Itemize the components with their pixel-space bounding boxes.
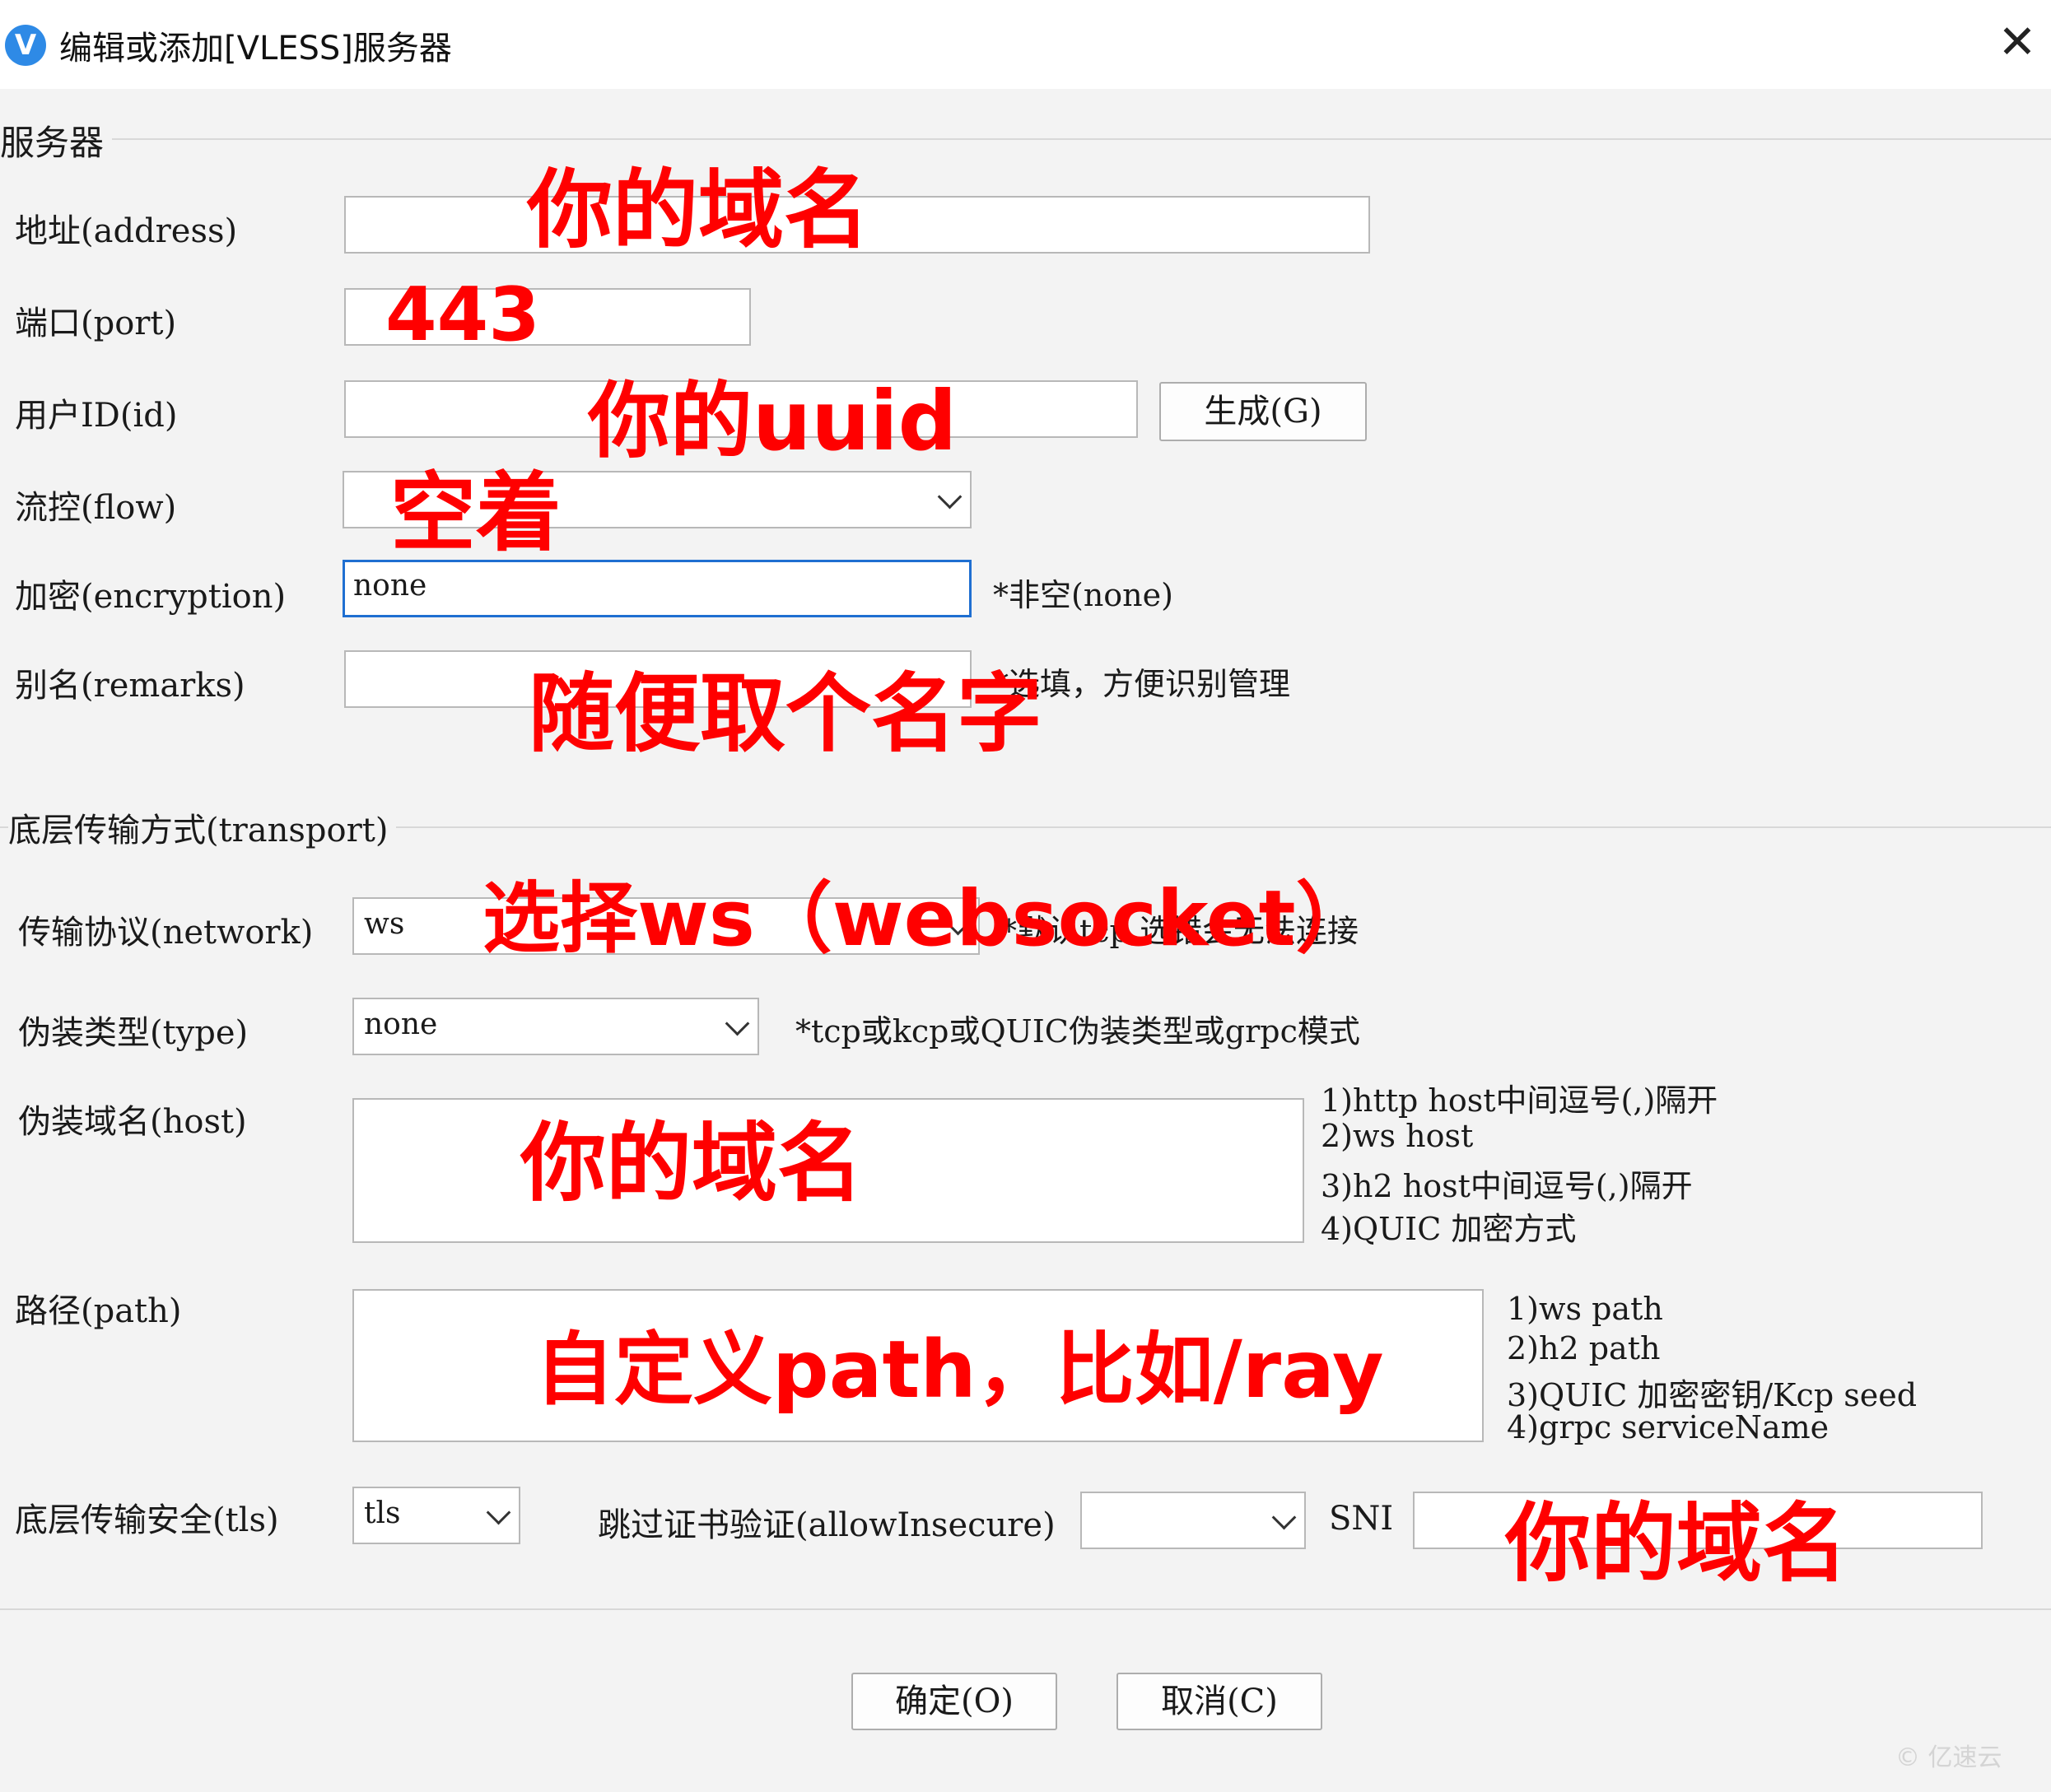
type-select[interactable]: none [352, 998, 759, 1055]
user-id-label: 用户ID(id) [15, 397, 178, 435]
path-hint-4: 4)grpc serviceName [1507, 1409, 1830, 1445]
network-select-value: ws [364, 907, 405, 941]
annotation-path: 自定义path，比如/ray [535, 1324, 1384, 1416]
path-hint-2: 2)h2 path [1507, 1330, 1661, 1366]
annotation-host: 你的域名 [520, 1113, 864, 1213]
annotation-remarks: 随便取个名字 [529, 663, 1043, 764]
server-group-border [0, 138, 2051, 140]
encryption-input[interactable]: none [343, 560, 972, 617]
ok-button[interactable]: 确定(O) [851, 1673, 1057, 1730]
annotation-network: 选择ws（websocket） [482, 874, 1373, 964]
port-label: 端口(port) [15, 305, 177, 342]
path-hint-1: 1)ws path [1507, 1291, 1663, 1327]
path-label: 路径(path) [15, 1292, 182, 1330]
chevron-down-icon [486, 1500, 511, 1525]
watermark-logo: © 亿速云 [1895, 1743, 2002, 1772]
host-hint-3: 3)h2 host中间逗号(,)隔开 [1321, 1168, 1693, 1204]
host-label: 伪装域名(host) [18, 1103, 247, 1141]
allow-insecure-select[interactable] [1080, 1492, 1306, 1549]
tls-select-value: tls [364, 1496, 401, 1530]
address-label: 地址(address) [15, 212, 238, 250]
annotation-flow: 空着 [390, 463, 562, 563]
chevron-down-icon [1271, 1505, 1297, 1530]
type-label: 伪装类型(type) [18, 1014, 249, 1052]
tls-select[interactable]: tls [352, 1487, 520, 1544]
v2rayn-app-icon: V [5, 25, 46, 66]
annotation-port: 443 [385, 272, 540, 358]
footer-divider [0, 1608, 2051, 1610]
host-hint-2: 2)ws host [1321, 1118, 1474, 1154]
generate-uuid-button[interactable]: 生成(G) [1159, 382, 1367, 441]
tls-label: 底层传输安全(tls) [15, 1501, 279, 1539]
close-icon[interactable]: ✕ [1993, 16, 2042, 69]
transport-group-title: 底层传输方式(transport) [8, 803, 397, 851]
encryption-hint: *非空(none) [993, 577, 1173, 613]
type-hint: *tcp或kcp或QUIC伪装类型或grpc模式 [795, 1013, 1360, 1050]
annotation-sni: 你的域名 [1505, 1493, 1848, 1594]
cancel-button[interactable]: 取消(C) [1116, 1673, 1322, 1730]
flow-label: 流控(flow) [15, 489, 177, 527]
host-hint-1: 1)http host中间逗号(,)隔开 [1321, 1082, 1718, 1119]
annotation-uuid: 你的uuid [588, 373, 958, 469]
remarks-label: 别名(remarks) [15, 667, 245, 705]
allow-insecure-label: 跳过证书验证(allowInsecure) [598, 1506, 1056, 1544]
host-hint-4: 4)QUIC 加密方式 [1321, 1211, 1577, 1247]
chevron-down-icon [725, 1011, 750, 1036]
type-select-value: none [364, 1008, 438, 1041]
annotation-address: 你的域名 [527, 160, 870, 260]
path-hint-3: 3)QUIC 加密密钥/Kcp seed [1507, 1377, 1918, 1413]
server-group-title: 服务器 [0, 115, 113, 165]
window-title: 编辑或添加[VLESS]服务器 [59, 30, 452, 67]
chevron-down-icon [937, 484, 963, 510]
encryption-label: 加密(encryption) [15, 578, 287, 616]
network-label: 传输协议(network) [18, 914, 314, 952]
sni-label: SNI [1329, 1500, 1394, 1538]
